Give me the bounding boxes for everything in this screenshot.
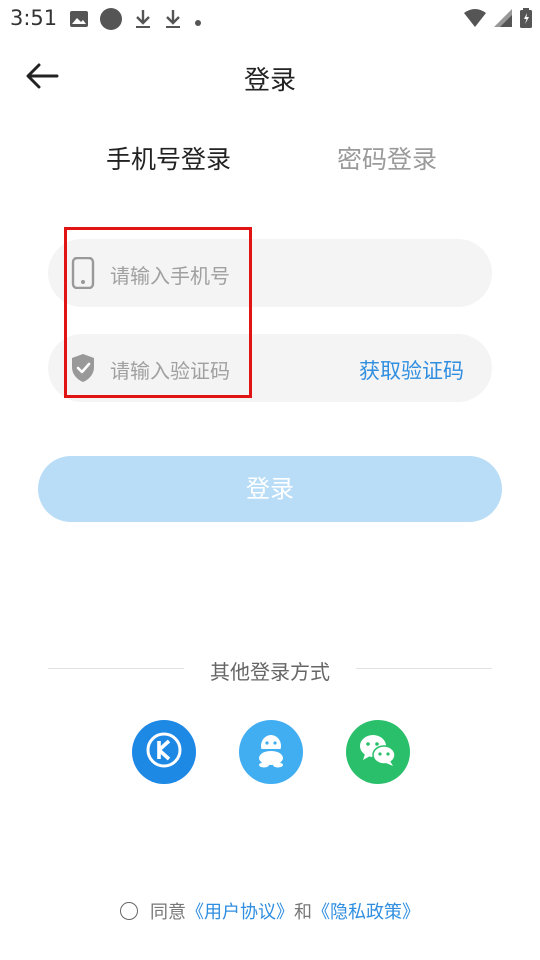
wechat-icon xyxy=(357,730,399,774)
download-icon xyxy=(164,9,182,33)
get-code-button[interactable]: 获取验证码 xyxy=(359,355,464,385)
wechat-login-button[interactable] xyxy=(346,720,410,784)
agree-radio[interactable] xyxy=(120,902,138,920)
qq-icon xyxy=(251,730,291,774)
other-login-label: 其他登录方式 xyxy=(210,660,330,684)
user-agreement-link[interactable]: 《用户协议》 xyxy=(186,898,294,924)
tab-phone-login[interactable]: 手机号登录 xyxy=(106,140,231,176)
circle-icon xyxy=(100,8,122,34)
divider-right xyxy=(356,668,492,669)
dot-icon xyxy=(194,12,202,31)
agree-prefix: 同意 xyxy=(150,902,186,923)
agreement-row: 同意 《用户协议》 和 《隐私政策》 xyxy=(120,898,420,924)
signal-icon xyxy=(494,9,512,31)
k-logo-icon xyxy=(144,730,184,774)
image-icon xyxy=(70,11,88,31)
status-bar: 3:51 xyxy=(0,0,540,36)
k-login-button[interactable] xyxy=(132,720,196,784)
privacy-policy-link[interactable]: 《隐私政策》 xyxy=(312,898,420,924)
download-icon xyxy=(134,9,152,33)
status-time: 3:51 xyxy=(10,6,58,30)
battery-icon xyxy=(520,8,532,32)
tab-password-login[interactable]: 密码登录 xyxy=(337,140,437,176)
page-title: 登录 xyxy=(243,66,296,96)
wifi-icon xyxy=(464,9,486,31)
highlight-box xyxy=(64,227,252,398)
agree-and: 和 xyxy=(294,902,312,923)
qq-login-button[interactable] xyxy=(239,720,303,784)
login-button[interactable]: 登录 xyxy=(38,456,502,522)
